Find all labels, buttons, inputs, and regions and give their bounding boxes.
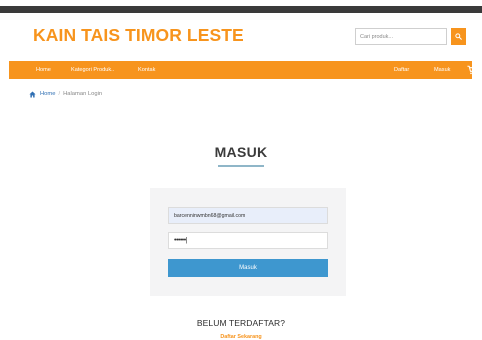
nav-register[interactable]: Daftar — [394, 61, 409, 79]
breadcrumb: Home / Halaman Login — [29, 89, 102, 99]
title-underline — [218, 165, 264, 167]
nav-contact[interactable]: Kontak — [138, 61, 155, 79]
login-submit-button[interactable]: Masuk — [168, 259, 328, 277]
email-field[interactable] — [168, 207, 328, 224]
search-input[interactable] — [355, 28, 447, 45]
site-logo-title[interactable]: KAIN TAIS TIMOR LESTE — [33, 25, 244, 46]
breadcrumb-separator: / — [58, 91, 61, 97]
nav-login[interactable]: Masuk — [434, 61, 450, 79]
nav-categories[interactable]: Kategori Produk.. — [71, 61, 114, 79]
top-strip — [0, 6, 482, 13]
search-icon — [455, 33, 462, 40]
main-navbar: Home Kategori Produk.. Kontak Daftar Mas… — [9, 61, 477, 79]
register-link[interactable]: Daftar Sekarang — [0, 334, 482, 340]
search-button[interactable] — [451, 28, 466, 45]
breadcrumb-current: Halaman Login — [63, 91, 103, 97]
cart-icon[interactable] — [467, 65, 477, 75]
home-icon[interactable] — [29, 91, 36, 98]
password-field[interactable] — [168, 232, 328, 249]
nav-home[interactable]: Home — [36, 61, 51, 79]
breadcrumb-home[interactable]: Home — [40, 91, 55, 97]
page-title: MASUK — [214, 144, 268, 160]
register-heading: BELUM TERDAFTAR? — [196, 318, 286, 328]
